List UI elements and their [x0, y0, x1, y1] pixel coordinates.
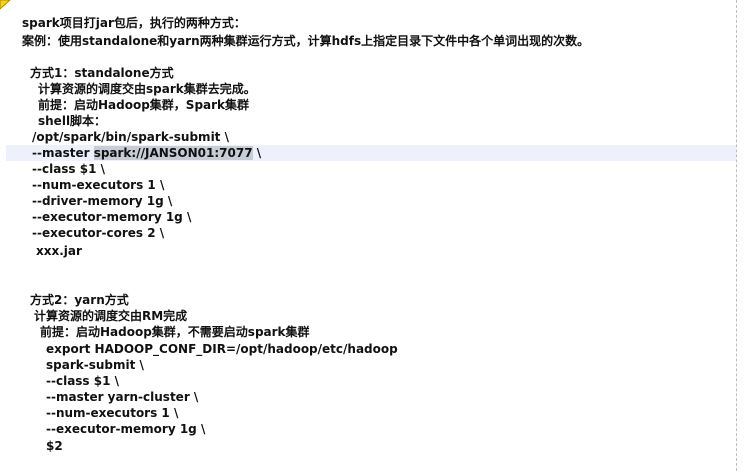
doc-line: spark项目打jar包后，执行的两种方式：: [22, 16, 246, 30]
doc-line-current[interactable]: --master spark://JANSON01:7077 \: [32, 146, 261, 162]
master-flag-text: --master: [32, 146, 94, 160]
selected-text[interactable]: spark://JANSON01:7077: [93, 146, 253, 160]
doc-line: spark-submit \: [46, 358, 144, 372]
doc-line: --master yarn-cluster \: [46, 390, 199, 404]
mouse-pointer-icon: [0, 0, 11, 10]
doc-line: 案例：使用standalone和yarn两种集群运行方式，计算hdfs上指定目录…: [22, 34, 590, 48]
doc-line: --num-executors 1 \: [46, 406, 179, 420]
doc-line: --executor-memory 1g \: [46, 422, 206, 436]
doc-line: --class $1 \: [46, 374, 120, 388]
doc-line: /opt/spark/bin/spark-submit \: [32, 130, 229, 144]
doc-line: shell脚本：: [38, 114, 107, 128]
doc-line: 计算资源的调度交由RM完成: [34, 309, 188, 323]
doc-line: 方式1：standalone方式: [30, 66, 174, 80]
doc-line: xxx.jar: [36, 244, 82, 258]
doc-line: --class $1 \: [32, 162, 106, 176]
page-margin-guide: [736, 0, 737, 471]
doc-line: 前提：启动Hadoop集群，Spark集群: [38, 98, 250, 112]
document-page[interactable]: spark项目打jar包后，执行的两种方式： 案例：使用standalone和y…: [0, 0, 756, 471]
doc-line: $2: [46, 439, 63, 453]
doc-line: --executor-memory 1g \: [32, 210, 192, 224]
line-continuation-text: \: [252, 146, 262, 160]
doc-line: 计算资源的调度交由spark集群去完成。: [38, 82, 256, 96]
doc-line: 前提：启动Hadoop集群，不需要启动spark集群: [40, 325, 310, 339]
doc-line: --num-executors 1 \: [32, 178, 165, 192]
doc-line: --executor-cores 2 \: [32, 226, 165, 240]
doc-line: export HADOOP_CONF_DIR=/opt/hadoop/etc/h…: [46, 342, 398, 356]
doc-line: --driver-memory 1g \: [32, 194, 173, 208]
doc-line: 方式2：yarn方式: [30, 293, 129, 307]
